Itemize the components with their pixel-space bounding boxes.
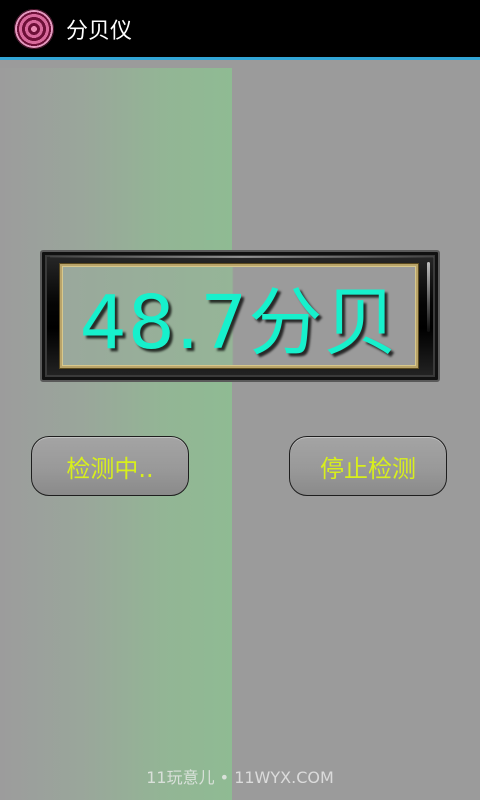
frame-gloss bbox=[427, 262, 430, 332]
green-level-strip bbox=[0, 68, 232, 800]
meter-display-frame: 48.7分贝 bbox=[40, 250, 440, 382]
decibel-reading: 48.7分贝 bbox=[79, 279, 399, 366]
frame-highlight bbox=[50, 256, 434, 258]
stop-detect-button[interactable]: 停止检测 bbox=[289, 436, 447, 496]
content-area: 48.7分贝 检测中.. 停止检测 11玩意儿 • 11WYX.COM bbox=[0, 60, 480, 800]
app-title: 分贝仪 bbox=[66, 18, 133, 44]
start-detect-button[interactable]: 检测中.. bbox=[31, 436, 189, 496]
app-icon[interactable] bbox=[14, 8, 54, 49]
action-bar: 分贝仪 bbox=[0, 0, 480, 57]
watermark: 11玩意儿 • 11WYX.COM bbox=[146, 768, 334, 787]
meter-display-panel: 48.7分贝 bbox=[60, 264, 418, 368]
screen: 分贝仪 48.7分贝 检测中.. 停止检测 11玩意儿 • 11WYX.COM bbox=[0, 0, 480, 800]
